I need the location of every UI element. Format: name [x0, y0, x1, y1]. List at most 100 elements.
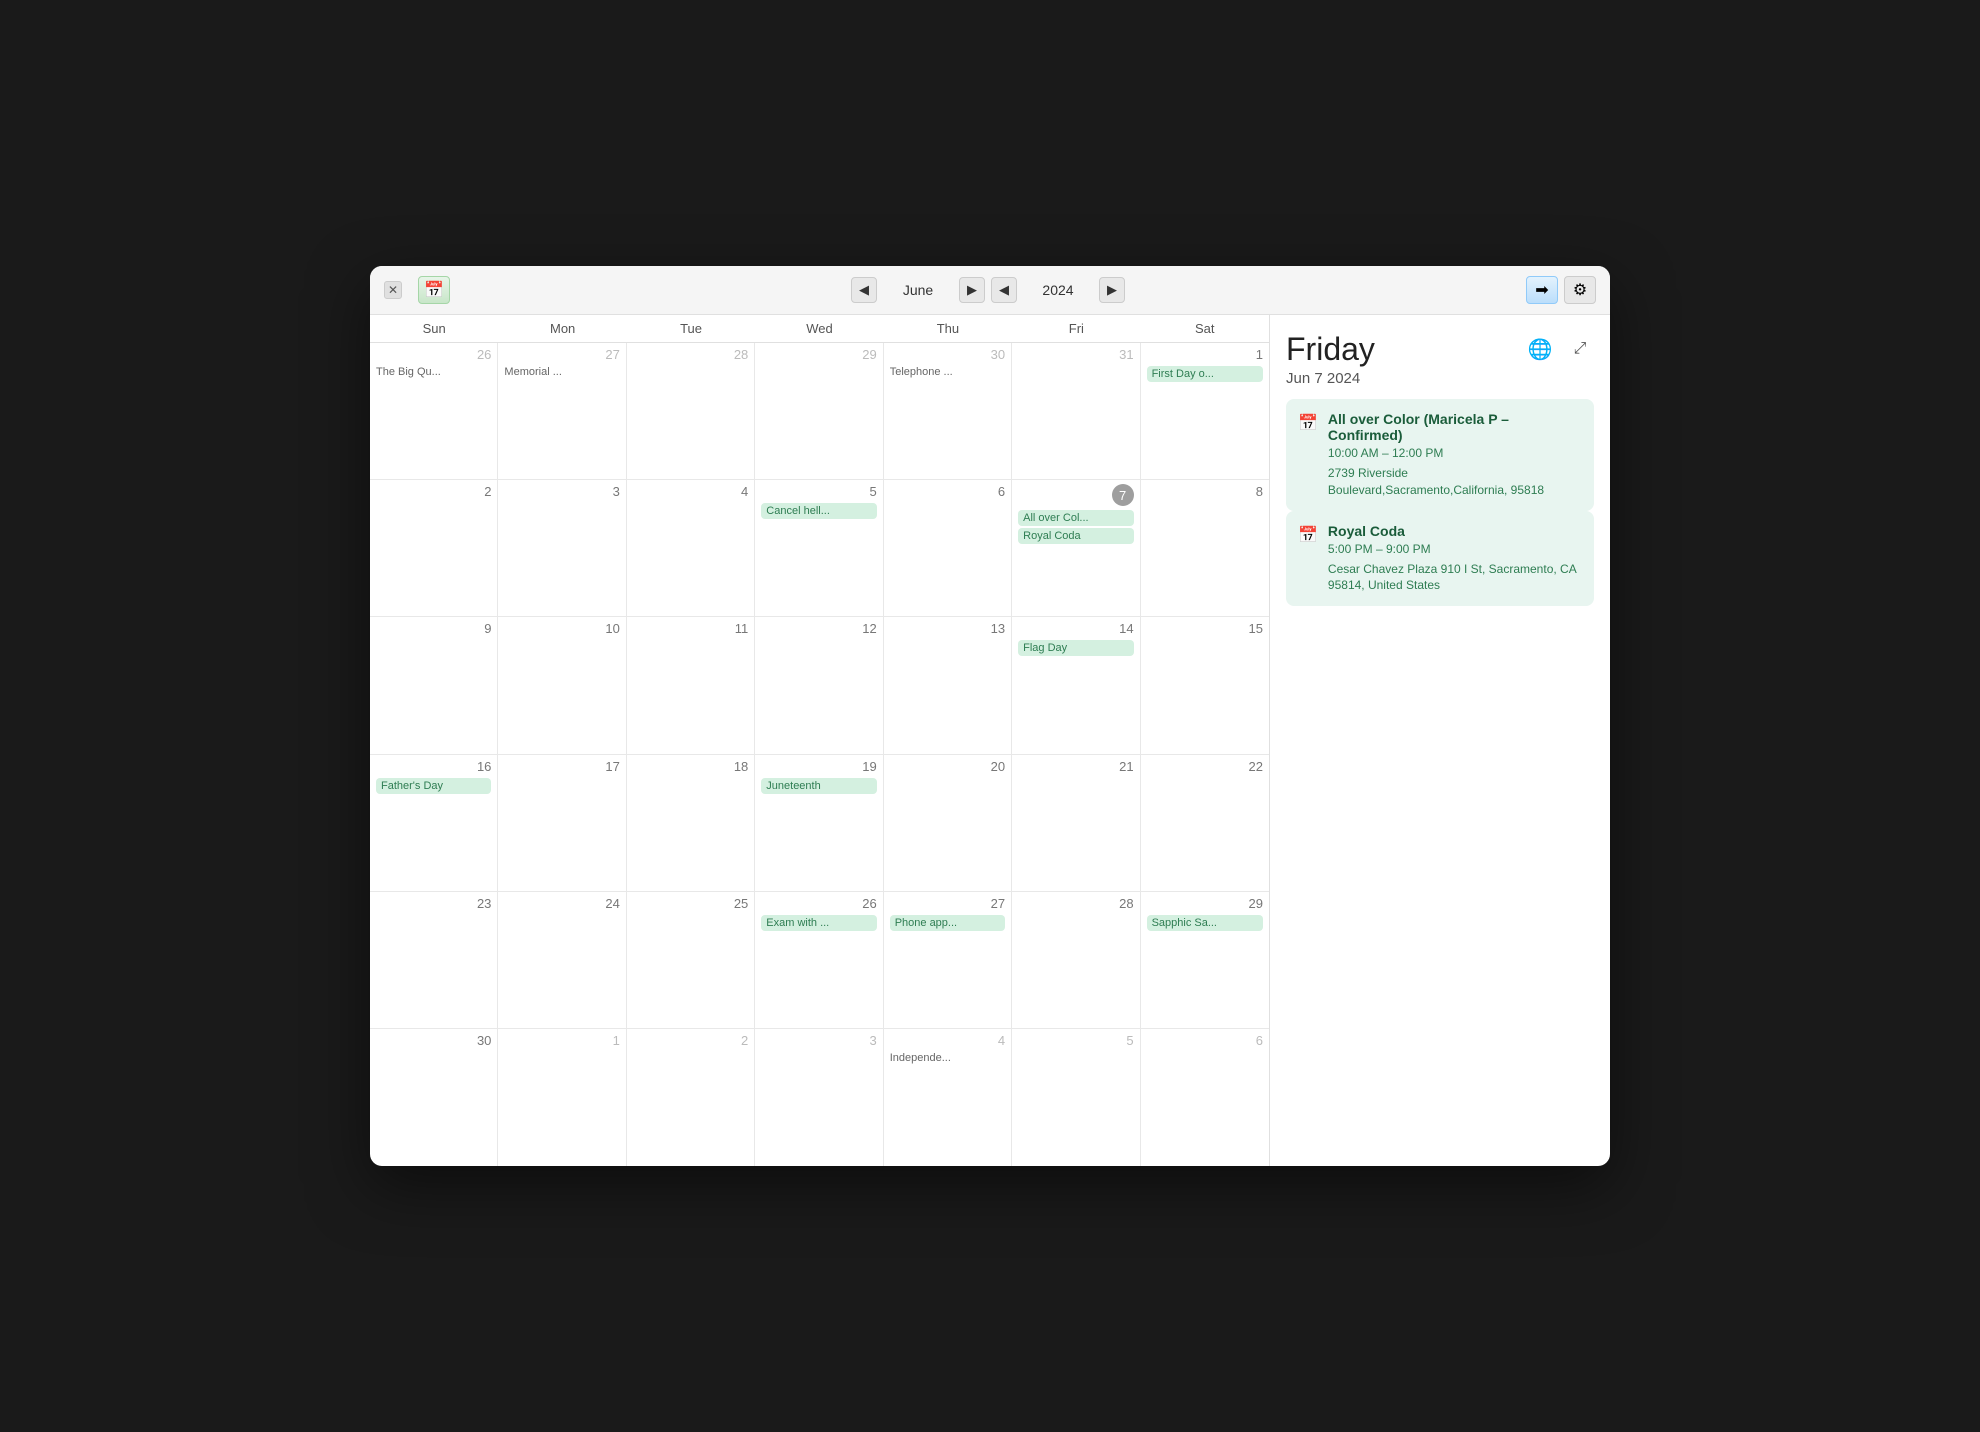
- calendar-day[interactable]: 6: [1141, 1029, 1269, 1166]
- day-number: 6: [890, 484, 1005, 499]
- event-chip[interactable]: Exam with ...: [761, 915, 876, 931]
- day-header-wed: Wed: [755, 315, 883, 342]
- calendar-day[interactable]: 30Telephone ...: [884, 343, 1012, 479]
- calendar-day[interactable]: 20: [884, 755, 1012, 891]
- event-detail-title: Royal Coda: [1328, 523, 1582, 539]
- event-chip[interactable]: Juneteenth: [761, 778, 876, 794]
- event-detail-address: Cesar Chavez Plaza 910 I St, Sacramento,…: [1328, 561, 1582, 595]
- calendar-day[interactable]: 27Memorial ...: [498, 343, 626, 479]
- day-number: 15: [1147, 621, 1263, 636]
- day-header-thu: Thu: [884, 315, 1012, 342]
- calendar-day[interactable]: 8: [1141, 480, 1269, 616]
- calendar-day[interactable]: 28: [627, 343, 755, 479]
- calendar-day[interactable]: 1 First Day o...: [1141, 343, 1269, 479]
- calendar-day[interactable]: 3: [755, 1029, 883, 1166]
- gear-icon: ⚙: [1573, 280, 1587, 300]
- event-chip[interactable]: Father's Day: [376, 778, 491, 794]
- day-number: 29: [761, 347, 876, 362]
- calendar-day[interactable]: 10: [498, 617, 626, 753]
- calendar-day[interactable]: 17: [498, 755, 626, 891]
- day-number: 18: [633, 759, 748, 774]
- calendar-day[interactable]: 13: [884, 617, 1012, 753]
- calendar-day[interactable]: 11: [627, 617, 755, 753]
- prev-year-button[interactable]: ◀: [991, 277, 1017, 303]
- calendar-day[interactable]: 21: [1012, 755, 1140, 891]
- calendar-day[interactable]: 23: [370, 892, 498, 1028]
- calendar-day[interactable]: 27Phone app...: [884, 892, 1012, 1028]
- calendar-day[interactable]: 7All over Col...Royal Coda: [1012, 480, 1140, 616]
- globe-icon-button[interactable]: 🌐: [1522, 331, 1558, 367]
- event-detail-info: All over Color (Maricela P – Confirmed)1…: [1328, 411, 1582, 499]
- calendar-day[interactable]: 5: [1012, 1029, 1140, 1166]
- detail-panel: Friday Jun 7 2024 🌐 ⤢ 📅All over Color (M…: [1270, 315, 1610, 1166]
- day-number: 26: [761, 896, 876, 911]
- calendar-week: 16Father's Day17 18 19Juneteenth 20 2122: [370, 755, 1269, 892]
- calendar-day[interactable]: 25: [627, 892, 755, 1028]
- event-chip[interactable]: The Big Qu...: [376, 366, 491, 378]
- calendar-day[interactable]: 29Sapphic Sa...: [1141, 892, 1269, 1028]
- calendar-day[interactable]: 5Cancel hell...: [755, 480, 883, 616]
- day-number: 20: [890, 759, 1005, 774]
- day-number: 4: [633, 484, 748, 499]
- calendar-grid: 26The Big Qu...27Memorial ...282930Telep…: [370, 343, 1269, 1166]
- next-month-button[interactable]: ▶: [959, 277, 985, 303]
- detail-date: Jun 7 2024: [1286, 370, 1375, 387]
- calendar-day[interactable]: 9: [370, 617, 498, 753]
- event-chip[interactable]: Royal Coda: [1018, 528, 1133, 544]
- calendar-day[interactable]: 16Father's Day: [370, 755, 498, 891]
- day-number: 1: [1147, 347, 1263, 362]
- calendar-day[interactable]: 24: [498, 892, 626, 1028]
- settings-button[interactable]: ⚙: [1564, 276, 1596, 304]
- calendar-day[interactable]: 18: [627, 755, 755, 891]
- calendar-day[interactable]: 28: [1012, 892, 1140, 1028]
- prev-month-button[interactable]: ◀: [851, 277, 877, 303]
- day-number: 31: [1018, 347, 1133, 362]
- calendar-day[interactable]: 26The Big Qu...: [370, 343, 498, 479]
- day-header-tue: Tue: [627, 315, 755, 342]
- calendar-day[interactable]: 4: [627, 480, 755, 616]
- event-chip[interactable]: First Day o...: [1147, 366, 1263, 382]
- day-number: 4: [890, 1033, 1005, 1048]
- export-button[interactable]: ➡: [1526, 276, 1558, 304]
- event-chip[interactable]: Sapphic Sa...: [1147, 915, 1263, 931]
- calendar-day[interactable]: 31: [1012, 343, 1140, 479]
- day-number: 25: [633, 896, 748, 911]
- calendar-day[interactable]: 2: [627, 1029, 755, 1166]
- event-detail-info: Royal Coda5:00 PM – 9:00 PMCesar Chavez …: [1328, 523, 1582, 595]
- calendar-day[interactable]: 14Flag Day: [1012, 617, 1140, 753]
- day-number: 30: [376, 1033, 491, 1048]
- detail-expand-button[interactable]: ⤢: [1566, 335, 1594, 363]
- event-chip[interactable]: Independe...: [890, 1052, 1005, 1064]
- event-detail-card[interactable]: 📅Royal Coda5:00 PM – 9:00 PMCesar Chavez…: [1286, 511, 1594, 607]
- next-year-button[interactable]: ▶: [1099, 277, 1125, 303]
- event-chip[interactable]: Flag Day: [1018, 640, 1133, 656]
- calendar-section: Sun Mon Tue Wed Thu Fri Sat 26The Big Qu…: [370, 315, 1270, 1166]
- event-chip[interactable]: All over Col...: [1018, 510, 1133, 526]
- close-button[interactable]: ✕: [384, 281, 402, 299]
- calendar-day[interactable]: 15: [1141, 617, 1269, 753]
- event-cal-icon: 📅: [1298, 525, 1318, 595]
- calendar-day[interactable]: 6: [884, 480, 1012, 616]
- event-chip[interactable]: Phone app...: [890, 915, 1005, 931]
- calendar-day[interactable]: 1: [498, 1029, 626, 1166]
- calendar-day[interactable]: 30: [370, 1029, 498, 1166]
- calendar-day[interactable]: 3: [498, 480, 626, 616]
- event-detail-address: 2739 Riverside Boulevard,Sacramento,Cali…: [1328, 465, 1582, 499]
- day-header-sun: Sun: [370, 315, 498, 342]
- event-chip[interactable]: Memorial ...: [504, 366, 619, 378]
- calendar-week: 26The Big Qu...27Memorial ...28 29 30Telep…: [370, 343, 1269, 480]
- day-number: 24: [504, 896, 619, 911]
- calendar-day[interactable]: 19Juneteenth: [755, 755, 883, 891]
- calendar-week: 91011121314Flag Day 15: [370, 617, 1269, 754]
- calendar-day[interactable]: 4 Independe...: [884, 1029, 1012, 1166]
- calendar-day[interactable]: 26 Exam with ...: [755, 892, 883, 1028]
- event-chip[interactable]: Cancel hell...: [761, 503, 876, 519]
- event-chip[interactable]: Telephone ...: [890, 366, 1005, 378]
- calendar-icon-button[interactable]: 📅: [418, 276, 450, 304]
- calendar-day[interactable]: 2: [370, 480, 498, 616]
- event-detail-card[interactable]: 📅All over Color (Maricela P – Confirmed)…: [1286, 399, 1594, 511]
- day-number: 3: [504, 484, 619, 499]
- calendar-day[interactable]: 22: [1141, 755, 1269, 891]
- calendar-day[interactable]: 12: [755, 617, 883, 753]
- calendar-day[interactable]: 29: [755, 343, 883, 479]
